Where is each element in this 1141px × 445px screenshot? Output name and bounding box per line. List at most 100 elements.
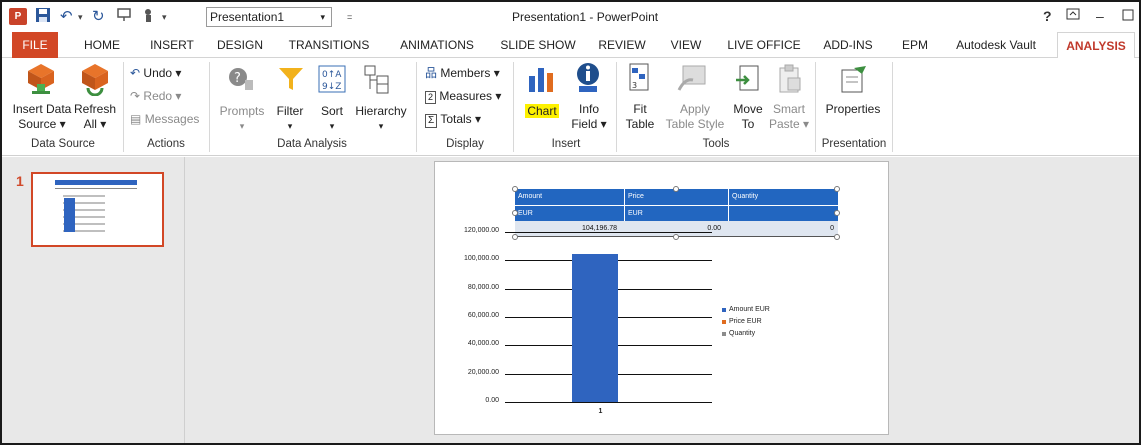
group-separator <box>892 62 893 152</box>
sigma-icon: Σ <box>425 114 438 128</box>
insert-data-source-button[interactable]: Insert Data Source ▾ <box>8 102 76 132</box>
group-separator <box>513 62 514 152</box>
info-field-button[interactable]: Info Field ▾ <box>566 102 612 132</box>
customize-qat-icon[interactable]: ▾ <box>162 8 167 26</box>
svg-text:3: 3 <box>632 81 637 90</box>
sort-icon: 0↑A 9↓Z <box>318 65 346 98</box>
hierarchy-caret-icon: ▾ <box>378 121 384 131</box>
bar[interactable] <box>571 254 618 402</box>
tab-add-ins[interactable]: ADD-INS <box>814 32 882 58</box>
minimize-icon[interactable]: – <box>1096 6 1104 26</box>
legend-swatch <box>722 320 726 324</box>
undo-button[interactable]: ↶ Undo ▾ <box>130 64 181 82</box>
measures-label: Measures ▾ <box>439 89 502 103</box>
undo-dropdown-icon[interactable]: ▾ <box>78 8 83 26</box>
sort-label: Sort <box>320 104 343 118</box>
legend-label: Quantity <box>729 330 756 337</box>
group-label-presentation: Presentation <box>821 138 887 150</box>
overflow-icon[interactable]: = <box>347 8 352 26</box>
y-tick-label: 100,000.00 <box>463 255 499 263</box>
tab-view[interactable]: VIEW <box>663 32 709 58</box>
tab-file[interactable]: FILE <box>12 32 58 58</box>
filter-button[interactable]: Filter ▾ <box>272 104 308 134</box>
apply-table-style-button[interactable]: Apply Table Style <box>660 102 730 132</box>
tab-home[interactable]: HOME <box>72 32 132 58</box>
apply-table-style-icon <box>675 64 707 99</box>
help-icon[interactable]: ? <box>1043 6 1052 26</box>
document-selector[interactable]: Presentation1 ▾ <box>206 7 332 27</box>
svg-text:9↓Z: 9↓Z <box>322 82 341 92</box>
slide-number: 1 <box>16 173 24 189</box>
sort-caret-icon: ▾ <box>329 121 335 131</box>
group-separator <box>616 62 617 152</box>
tab-review[interactable]: REVIEW <box>592 32 652 58</box>
filter-icon <box>278 66 304 97</box>
filter-label: Filter <box>276 104 304 118</box>
tab-transitions[interactable]: TRANSITIONS <box>280 32 378 58</box>
slide-canvas[interactable]: Amount Price Quantity EUR EUR 104,196.78… <box>434 161 889 435</box>
properties-icon <box>838 64 868 99</box>
redo-icon[interactable]: ↻ <box>92 7 105 27</box>
x-tick-label: 1 <box>598 408 603 415</box>
chart-button[interactable]: Chart <box>518 104 566 119</box>
info-field-label-2: Field ▾ <box>571 117 607 131</box>
tab-autodesk-vault[interactable]: Autodesk Vault <box>948 32 1044 58</box>
y-tick-label: 20,000.00 <box>467 368 499 376</box>
legend-item: Quantity <box>722 328 770 340</box>
slide-thumbnail-pane: 1 <box>2 157 185 443</box>
tab-design[interactable]: DESIGN <box>209 32 271 58</box>
group-separator <box>416 62 417 152</box>
prompts-caret-icon: ▾ <box>239 121 245 131</box>
properties-button[interactable]: Properties <box>820 102 886 117</box>
touch-mode-icon[interactable] <box>142 7 156 27</box>
move-to-label-2: To <box>741 117 755 131</box>
members-button[interactable]: 品 Members ▾ <box>425 64 500 82</box>
hierarchy-button[interactable]: Hierarchy ▾ <box>352 104 410 134</box>
save-icon[interactable] <box>35 7 51 27</box>
fit-table-button[interactable]: Fit Table <box>620 102 660 132</box>
legend-swatch <box>722 308 726 312</box>
members-icon: 品 <box>425 66 438 80</box>
y-tick-label: 60,000.00 <box>467 312 499 319</box>
undo-icon[interactable]: ↶ <box>60 7 73 27</box>
group-separator <box>815 62 816 152</box>
redo-button[interactable]: ↷ Redo ▾ <box>130 87 181 105</box>
prompts-button[interactable]: Prompts ▾ <box>216 104 268 134</box>
refresh-all-button[interactable]: Refresh All ▾ <box>72 102 118 132</box>
group-label-tools: Tools <box>702 138 730 150</box>
tab-insert[interactable]: INSERT <box>142 32 202 58</box>
legend-item: Price EUR <box>722 316 770 328</box>
redo-arrow-icon: ↷ <box>130 89 141 103</box>
tab-analysis[interactable]: ANALYSIS <box>1057 32 1135 59</box>
totals-button[interactable]: Σ Totals ▾ <box>425 110 481 128</box>
fit-table-label-1: Fit <box>633 102 647 116</box>
group-label-data-analysis: Data Analysis <box>277 138 347 150</box>
tab-epm[interactable]: EPM <box>895 32 935 58</box>
chart-label: Chart <box>525 104 559 118</box>
tab-slide-show[interactable]: SLIDE SHOW <box>493 32 583 58</box>
move-to-icon <box>734 64 762 99</box>
title-bar: P ↶ ▾ ↻ ▾ Presentation1 ▾ = Presentation… <box>2 2 1139 32</box>
measures-button[interactable]: 2 Measures ▾ <box>425 87 501 105</box>
tab-live-office[interactable]: LIVE OFFICE <box>720 32 808 58</box>
maximize-icon[interactable] <box>1122 6 1134 26</box>
ribbon-tabs: FILE HOME INSERT DESIGN TRANSITIONS ANIM… <box>2 32 1139 59</box>
legend-swatch <box>722 332 726 336</box>
bar-chart[interactable]: 120,000.00 100,000.00 80,000.00 60,000.00 40… <box>435 162 890 436</box>
undo-arrow-icon: ↶ <box>130 66 141 80</box>
smart-paste-button[interactable]: Smart Paste ▾ <box>768 102 810 132</box>
refresh-all-label-2: All ▾ <box>83 117 107 131</box>
start-from-beginning-icon[interactable] <box>116 7 132 27</box>
hierarchy-label: Hierarchy <box>355 104 407 118</box>
prompts-icon: ? <box>228 66 254 97</box>
sort-button[interactable]: Sort ▾ <box>314 104 350 134</box>
move-to-label-1: Move <box>733 102 763 116</box>
ribbon-display-options-icon[interactable] <box>1066 6 1080 26</box>
slide-thumbnail[interactable] <box>31 172 164 247</box>
messages-button[interactable]: ▤ Messages <box>130 110 199 128</box>
ribbon: Insert Data Source ▾ Refresh All ▾ Data … <box>2 58 1139 156</box>
tab-animations[interactable]: ANIMATIONS <box>388 32 486 58</box>
chart-icon <box>527 64 557 99</box>
info-field-label-1: Info <box>578 102 599 116</box>
move-to-button[interactable]: Move To <box>730 102 766 132</box>
